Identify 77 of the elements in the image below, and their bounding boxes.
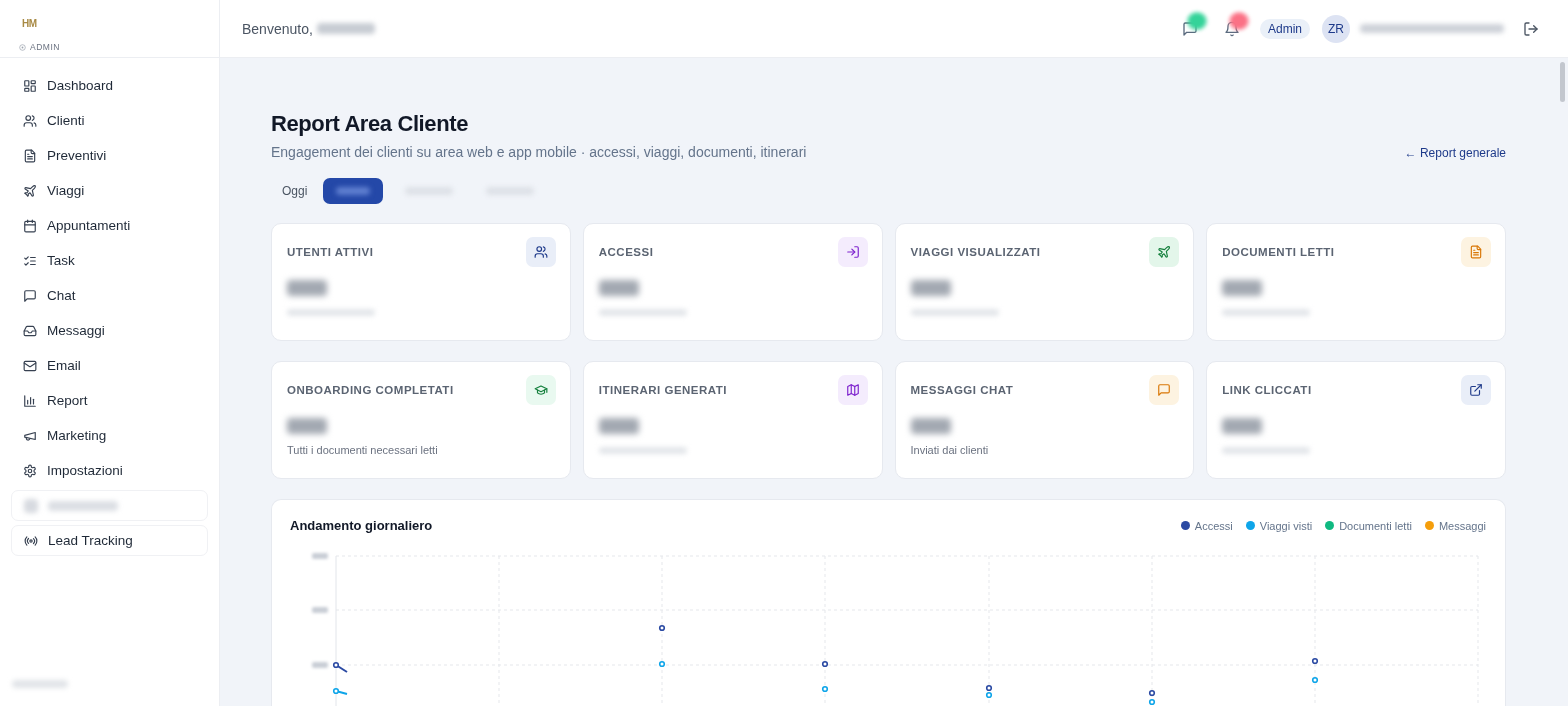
chart-point xyxy=(821,660,829,668)
chart-point xyxy=(332,661,340,669)
sidebar-item[interactable]: Impostazioni xyxy=(11,453,208,488)
chart-point xyxy=(821,685,829,693)
stat-label: UTENTI ATTIVI xyxy=(287,246,374,258)
legend-label: Documenti letti xyxy=(1339,519,1412,532)
users-icon xyxy=(525,237,556,267)
sidebar-item[interactable]: Lead Tracking xyxy=(11,525,208,556)
chart-point xyxy=(658,660,666,668)
sidebar-item[interactable]: Viaggi xyxy=(11,173,208,208)
sidebar-item[interactable]: Email xyxy=(11,348,208,383)
sidebar-item[interactable]: Chat xyxy=(11,278,208,313)
blurred-text xyxy=(336,187,371,195)
users-icon xyxy=(23,113,37,128)
stat-label: ITINERARI GENERATI xyxy=(598,384,727,396)
graduation-cap-icon xyxy=(525,375,556,405)
sidebar-item[interactable]: Dashboard xyxy=(11,68,208,103)
role-badge: Admin xyxy=(1260,18,1310,39)
chat-bubble-icon[interactable] xyxy=(1182,20,1198,37)
bar-chart-icon xyxy=(23,393,37,408)
legend-label: Viaggi visti xyxy=(1259,519,1313,532)
login-icon xyxy=(837,237,868,267)
dashboard-icon xyxy=(23,78,37,93)
stat-label: ACCESSI xyxy=(598,246,654,258)
inbox-icon xyxy=(23,323,37,338)
logout-icon[interactable] xyxy=(1523,20,1539,37)
stat-label: MESSAGGI CHAT xyxy=(910,384,1014,396)
circle-dot-icon xyxy=(19,43,26,51)
sidebar-item[interactable]: Preventivi xyxy=(11,138,208,173)
chat-bubble-icon xyxy=(23,288,37,303)
legend-label: Messaggi xyxy=(1438,519,1486,532)
sidebar-item[interactable]: Appuntamenti xyxy=(11,208,208,243)
tab[interactable] xyxy=(323,178,384,204)
logo: HM xyxy=(22,17,37,30)
chart-point xyxy=(1311,657,1319,665)
stat-note: Tutti i documenti necessari letti xyxy=(287,444,438,456)
stat-label: ONBOARDING COMPLETATI xyxy=(287,384,454,396)
page-title: Report Area Cliente xyxy=(271,110,469,138)
plane-icon xyxy=(1149,237,1180,267)
settings-icon xyxy=(23,463,37,478)
chart-point xyxy=(332,687,340,695)
tab[interactable]: Oggi xyxy=(271,178,319,204)
page-subtitle: Engagement dei clienti su area web e app mobile · accessi, viaggi, documenti, itinerari xyxy=(271,144,807,161)
sidebar-item[interactable]: Marketing xyxy=(11,418,208,453)
external-link-icon xyxy=(1461,375,1491,405)
sidebar-item[interactable]: Messaggi xyxy=(11,313,208,348)
calendar-icon xyxy=(23,218,37,233)
notification-bell-icon[interactable] xyxy=(1224,20,1240,37)
user-avatar[interactable]: ZR xyxy=(1322,14,1350,43)
blurred-tick-label xyxy=(312,607,328,613)
stat-label: VIAGGI VISUALIZZATI xyxy=(910,246,1041,258)
mail-icon xyxy=(23,358,37,373)
document-icon xyxy=(23,148,37,163)
checklist-icon xyxy=(23,253,37,268)
sidebar-item[interactable]: Task xyxy=(11,243,208,278)
document-icon xyxy=(1461,237,1491,267)
stat-label: DOCUMENTI LETTI xyxy=(1222,246,1335,258)
sidebar-item[interactable]: Clienti xyxy=(11,103,208,138)
scrollbar-thumb[interactable] xyxy=(1560,62,1565,102)
blurred-tick-label xyxy=(312,553,328,559)
legend-label: Accessi xyxy=(1194,519,1233,532)
chat-bubble-icon xyxy=(1149,375,1180,405)
greeting-text: Benvenuto, xyxy=(242,20,313,37)
role-label: ADMIN xyxy=(30,42,60,52)
chart-title: Andamento giornaliero xyxy=(290,518,433,533)
stat-label: LINK CLICCATI xyxy=(1222,384,1312,396)
blurred-text xyxy=(48,500,118,511)
broadcast-icon xyxy=(24,533,38,548)
report-link[interactable]: ← Report generale xyxy=(1404,146,1506,160)
chart-point xyxy=(1311,676,1319,684)
stat-note: Inviati dai clienti xyxy=(910,444,989,456)
sidebar-item[interactable]: Report xyxy=(11,383,208,418)
blurred-icon xyxy=(24,498,38,513)
plane-icon xyxy=(23,183,37,198)
blurred-tick-label xyxy=(312,662,328,668)
chart-point xyxy=(658,624,666,632)
map-icon xyxy=(837,375,868,405)
